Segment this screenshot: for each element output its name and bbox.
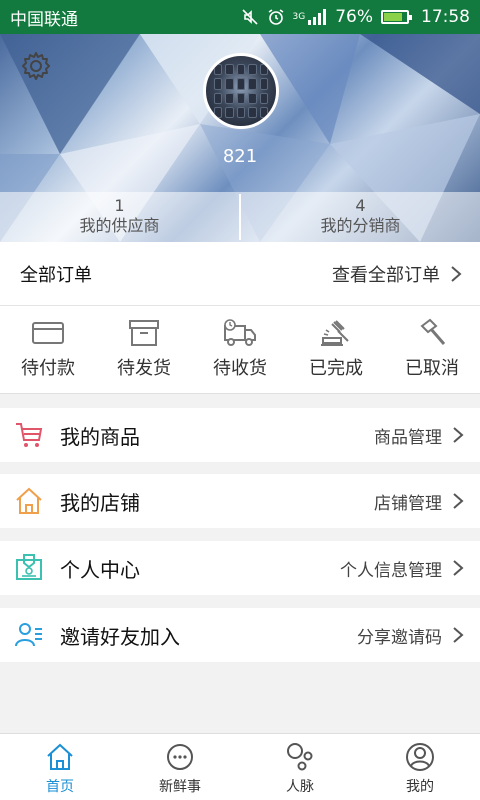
battery-icon [381,10,412,24]
chevron-right-icon [451,265,462,282]
profile-header: 821 1 我的供应商 4 我的分销商 [0,34,480,242]
pending-payment-button[interactable]: 待付款 [0,306,96,393]
suppliers-stat[interactable]: 1 我的供应商 [0,192,239,242]
alarm-icon [268,9,283,25]
personal-center-row[interactable]: 个人中心 个人信息管理 [0,541,480,595]
tab-me-label: 我的 [406,779,434,795]
personal-info-management-link: 个人信息管理 [340,560,442,581]
bottom-tab-bar: 首页 新鲜事 人脉 我的 [0,733,480,800]
hammer-icon [420,318,446,345]
battery-percent: 76% [335,7,373,27]
carrier-name: 中国联通 [10,9,78,30]
order-status-bar: 待付款 待发货 待收货 已完成 已取消 [0,306,480,394]
home-icon [16,487,42,514]
invite-friends-row[interactable]: 邀请好友加入 分享邀请码 [0,608,480,662]
id-card-icon [16,554,42,580]
distributors-count: 4 [355,196,366,215]
card-icon [32,322,64,344]
avatar[interactable] [203,53,279,129]
cancelled-button[interactable]: 已取消 [384,306,480,393]
shop-management-link: 店铺管理 [374,493,442,514]
distributors-label: 我的分销商 [320,216,401,235]
my-products-label: 我的商品 [60,424,140,449]
tab-home[interactable]: 首页 [0,734,120,800]
completed-button[interactable]: 已完成 [288,306,384,393]
all-orders-title: 全部订单 [20,264,92,286]
status-bar: 中国联通 3G 76% 17:58 [0,0,480,34]
tab-news[interactable]: 新鲜事 [120,734,240,800]
suppliers-label: 我的供应商 [79,216,160,235]
personal-center-label: 个人中心 [60,557,140,582]
signal-icon [308,9,327,25]
clock: 17:58 [421,7,470,27]
chevron-right-icon [453,560,464,576]
pending-shipment-label: 待发货 [117,358,171,379]
my-shop-row[interactable]: 我的店铺 店铺管理 [0,474,480,528]
pending-receipt-button[interactable]: 待收货 [192,306,288,393]
network-icon [287,743,313,771]
all-orders-row[interactable]: 全部订单 查看全部订单 [0,242,480,306]
chevron-right-icon [453,627,464,643]
tab-home-label: 首页 [46,779,74,795]
tab-news-label: 新鲜事 [159,779,201,795]
cart-icon [16,423,43,447]
box-icon [129,320,159,346]
pending-shipment-button[interactable]: 待发货 [96,306,192,393]
view-all-orders-link[interactable]: 查看全部订单 [332,261,440,287]
gavel-icon [321,320,349,346]
truck-icon [224,319,256,346]
my-shop-label: 我的店铺 [60,490,140,515]
user-icon [406,743,434,771]
home-tab-icon [47,743,73,770]
status-icons: 3G 76% 17:58 [241,7,470,27]
pending-payment-label: 待付款 [21,358,75,379]
mute-icon [241,9,258,25]
chat-dots-icon [167,744,193,770]
chevron-right-icon [453,427,464,443]
relations-stats: 1 我的供应商 4 我的分销商 [0,192,480,242]
chevron-right-icon [453,493,464,509]
invite-friends-label: 邀请好友加入 [60,624,180,649]
tab-me[interactable]: 我的 [360,734,480,800]
tab-network-label: 人脉 [286,779,314,795]
invite-user-icon [15,623,42,647]
cancelled-label: 已取消 [405,358,459,379]
pending-receipt-label: 待收货 [213,358,267,379]
share-invite-code-link: 分享邀请码 [357,627,442,648]
product-management-link: 商品管理 [374,427,442,448]
distributors-stat[interactable]: 4 我的分销商 [241,192,480,242]
username: 821 [222,146,258,167]
my-products-row[interactable]: 我的商品 商品管理 [0,408,480,462]
network-type: 3G [292,12,306,22]
suppliers-count: 1 [114,196,125,215]
settings-gear-icon[interactable] [20,50,52,82]
completed-label: 已完成 [309,358,363,379]
tab-network[interactable]: 人脉 [240,734,360,800]
